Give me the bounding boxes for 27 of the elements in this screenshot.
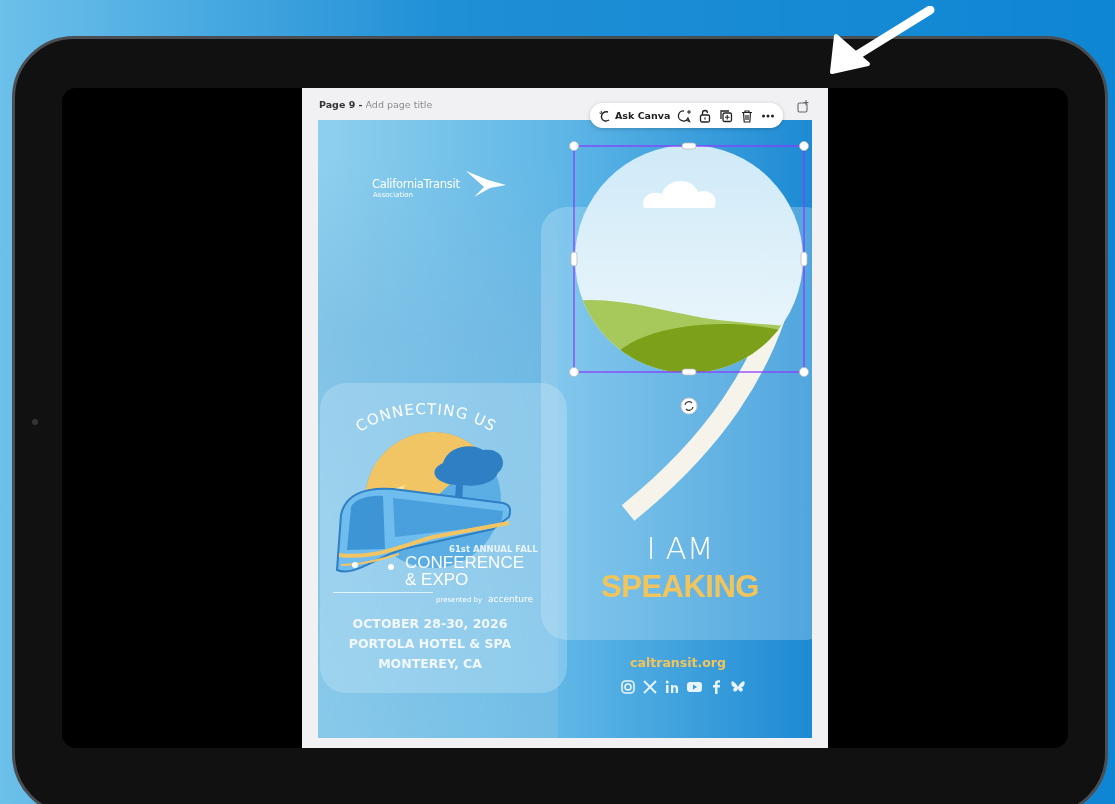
linkedin-icon[interactable] [664, 679, 680, 695]
x-logo-icon[interactable] [642, 679, 658, 695]
headline-line: I AM [645, 530, 715, 566]
page-title-field[interactable]: Add page title [365, 98, 486, 110]
event-detail-line: MONTEREY, CA [377, 656, 483, 671]
comment-add-icon[interactable] [677, 108, 692, 123]
logo-name: CaliforniaTransit [372, 177, 460, 191]
camera-icon [31, 418, 39, 426]
event-detail-line: OCTOBER 28-30, 2026 [351, 616, 509, 631]
conference-title-line: CONFERENCE [405, 554, 524, 571]
rotate-icon[interactable] [680, 397, 698, 415]
arrow-logo-icon [466, 171, 507, 198]
add-page-icon[interactable] [796, 99, 810, 113]
instagram-icon[interactable] [620, 679, 636, 695]
ask-canva-button[interactable]: Ask Canva [598, 109, 671, 122]
duplicate-icon[interactable] [719, 108, 734, 123]
trash-icon[interactable] [740, 108, 755, 123]
conference-title-line: & EXPO [405, 571, 469, 588]
page-label: Page 9 - [319, 98, 363, 110]
lock-icon[interactable] [698, 108, 713, 123]
edition-label: 61st ANNUAL FALL [449, 544, 538, 554]
headline-line: SPEAKING [600, 569, 760, 605]
event-detail-line: PORTOLA HOTEL & SPA [347, 636, 513, 651]
butterfly-icon[interactable] [730, 679, 746, 695]
sparkle-c-icon [598, 109, 611, 122]
video-play-icon[interactable] [686, 679, 702, 695]
sponsor-name: accenture [488, 594, 533, 604]
